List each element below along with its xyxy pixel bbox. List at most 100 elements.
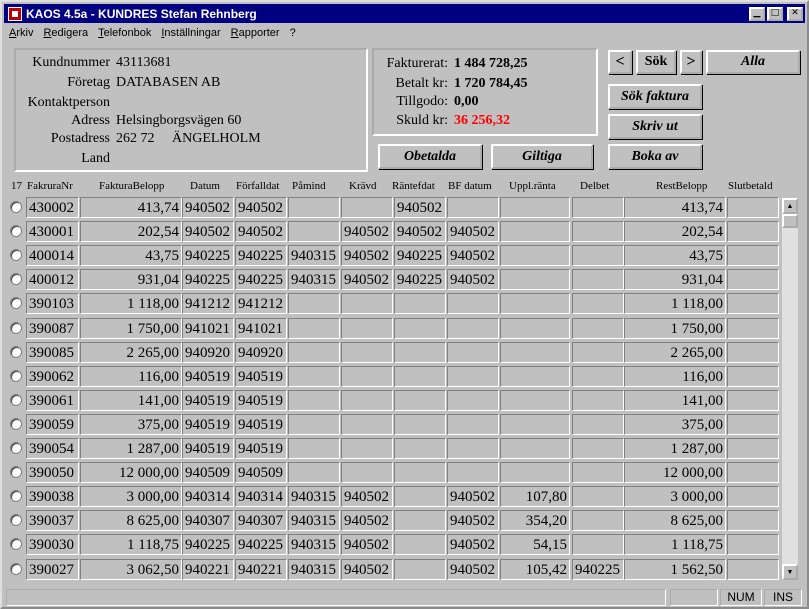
cell-pamind[interactable] (288, 197, 340, 218)
cell-restbelopp[interactable]: 43,75 (624, 245, 726, 267)
cell-fakturabelopp[interactable]: 12 000,00 (80, 462, 182, 484)
table-row[interactable]: 390059 375,00 940519 940519 375,00 (2, 412, 782, 436)
cell-restbelopp[interactable]: 2 265,00 (624, 341, 726, 363)
table-row[interactable]: 400012 931,04 940225 940225 940315 940502 9402… (2, 267, 782, 291)
table-row[interactable]: 390087 1 750,00 941021 941021 1 750,00 (2, 316, 782, 340)
cell-datum[interactable]: 940502 (182, 197, 234, 218)
row-select-radio[interactable] (10, 490, 22, 503)
cell-restbelopp[interactable]: 12 000,00 (624, 462, 726, 484)
cell-fakturabelopp[interactable]: 3 000,00 (80, 486, 182, 508)
title-bar[interactable]: KAOS 4.5a - KUNDRES Stefan Rehnberg ▁ □ … (4, 4, 805, 23)
cell-bfdatum[interactable]: 940502 (447, 221, 499, 243)
cell-delbet[interactable] (572, 317, 624, 339)
cell-restbelopp[interactable]: 3 000,00 (624, 486, 726, 508)
cell-bfdatum[interactable]: 940502 (447, 269, 499, 291)
col-datum[interactable]: Datum (190, 180, 220, 192)
col-forfalldat[interactable]: Förfalldat (236, 180, 279, 192)
cell-bfdatum[interactable]: 940502 (447, 486, 499, 508)
table-row[interactable]: 390037 8 625,00 940307 940307 940315 940502 94… (2, 508, 782, 532)
cell-fakturabelopp[interactable]: 1 287,00 (80, 438, 182, 459)
scroll-down-icon[interactable]: ▼ (782, 564, 798, 580)
cell-upplranta[interactable]: 105,42 (500, 558, 570, 580)
col-kravd[interactable]: Krävd (349, 180, 377, 192)
cell-fakturanr[interactable]: 390037 (26, 510, 79, 532)
cell-datum[interactable]: 940519 (182, 438, 234, 459)
cell-restbelopp[interactable]: 8 625,00 (624, 510, 726, 532)
menu-help[interactable]: ? (285, 27, 301, 39)
cell-bfdatum[interactable] (447, 413, 499, 435)
cell-fakturanr[interactable]: 390085 (26, 341, 79, 363)
cell-upplranta[interactable] (500, 197, 570, 218)
cell-kravd[interactable] (341, 438, 393, 459)
col-slutbetald[interactable]: Slutbetald (728, 180, 773, 192)
cell-delbet[interactable] (572, 413, 624, 435)
cell-slutbetald[interactable] (727, 438, 779, 459)
cell-pamind[interactable] (288, 341, 340, 363)
cell-upplranta[interactable]: 107,80 (500, 486, 570, 508)
cell-fakturabelopp[interactable]: 1 750,00 (80, 317, 182, 339)
cell-datum[interactable]: 940225 (182, 245, 234, 267)
prev-button[interactable]: < (608, 50, 632, 74)
cell-bfdatum[interactable] (447, 197, 499, 218)
cell-forfalldat[interactable]: 940502 (235, 221, 287, 243)
cell-upplranta[interactable] (500, 221, 570, 243)
cell-datum[interactable]: 940225 (182, 269, 234, 291)
table-row[interactable]: 390030 1 118,75 940225 940225 940315 940502 94… (2, 532, 782, 556)
cell-pamind[interactable] (288, 317, 340, 339)
cell-forfalldat[interactable]: 940519 (235, 389, 287, 411)
row-select-radio[interactable] (10, 562, 22, 575)
cell-fakturanr[interactable]: 390103 (26, 293, 79, 315)
cell-upplranta[interactable] (500, 293, 570, 315)
cell-rantefdat[interactable] (394, 486, 446, 508)
cell-kravd[interactable]: 940502 (341, 221, 393, 243)
cell-slutbetald[interactable] (727, 413, 779, 435)
cell-fakturabelopp[interactable]: 8 625,00 (80, 510, 182, 532)
cell-slutbetald[interactable] (727, 558, 779, 580)
app-icon[interactable] (8, 6, 22, 21)
cell-datum[interactable]: 940519 (182, 365, 234, 387)
table-row[interactable]: 430002 413,74 940502 940502 940502 413,74 (2, 195, 782, 219)
cell-forfalldat[interactable]: 940221 (235, 558, 287, 580)
cell-datum[interactable]: 940502 (182, 221, 234, 243)
cell-fakturabelopp[interactable]: 116,00 (80, 365, 182, 387)
cell-upplranta[interactable] (500, 462, 570, 484)
cell-pamind[interactable]: 940315 (288, 534, 340, 556)
cell-fakturanr[interactable]: 390050 (26, 462, 79, 484)
cell-restbelopp[interactable]: 202,54 (624, 221, 726, 243)
cell-pamind[interactable]: 940315 (288, 269, 340, 291)
cell-datum[interactable]: 940221 (182, 558, 234, 580)
cell-rantefdat[interactable]: 940502 (394, 221, 446, 243)
book-off-button[interactable]: Boka av (608, 144, 702, 169)
cell-forfalldat[interactable]: 940225 (235, 534, 287, 556)
table-row[interactable]: 400014 43,75 940225 940225 940315 940502 94022… (2, 243, 782, 267)
cell-restbelopp[interactable]: 1 118,00 (624, 293, 726, 315)
cell-fakturabelopp[interactable]: 3 062,50 (80, 558, 182, 580)
cell-kravd[interactable] (341, 413, 393, 435)
cell-upplranta[interactable] (500, 317, 570, 339)
cell-restbelopp[interactable]: 141,00 (624, 389, 726, 411)
cell-fakturanr[interactable]: 430001 (26, 221, 79, 243)
cell-rantefdat[interactable] (394, 510, 446, 532)
menu-installningar[interactable]: Inställningar (156, 27, 225, 39)
cell-kravd[interactable] (341, 293, 393, 315)
cell-fakturabelopp[interactable]: 931,04 (80, 269, 182, 291)
cell-slutbetald[interactable] (727, 341, 779, 363)
cell-fakturabelopp[interactable]: 141,00 (80, 389, 182, 411)
cell-rantefdat[interactable] (394, 462, 446, 484)
cell-fakturanr[interactable]: 400012 (26, 269, 79, 291)
cell-fakturabelopp[interactable]: 202,54 (80, 221, 182, 243)
cell-delbet[interactable] (572, 245, 624, 267)
cell-forfalldat[interactable]: 940920 (235, 341, 287, 363)
cell-forfalldat[interactable]: 940519 (235, 413, 287, 435)
scroll-up-icon[interactable]: ▲ (782, 198, 798, 214)
menu-rapporter[interactable]: Rapporter (226, 27, 285, 39)
cell-forfalldat[interactable]: 940314 (235, 486, 287, 508)
cell-forfalldat[interactable]: 941021 (235, 317, 287, 339)
cell-kravd[interactable] (341, 317, 393, 339)
cell-rantefdat[interactable] (394, 438, 446, 459)
row-select-radio[interactable] (10, 442, 22, 454)
cell-upplranta[interactable] (500, 341, 570, 363)
cell-rantefdat[interactable] (394, 341, 446, 363)
col-fakturabelopp[interactable]: FakturaBelopp (99, 180, 164, 192)
adress-value[interactable]: Helsingborgsvägen 60 (116, 112, 241, 130)
